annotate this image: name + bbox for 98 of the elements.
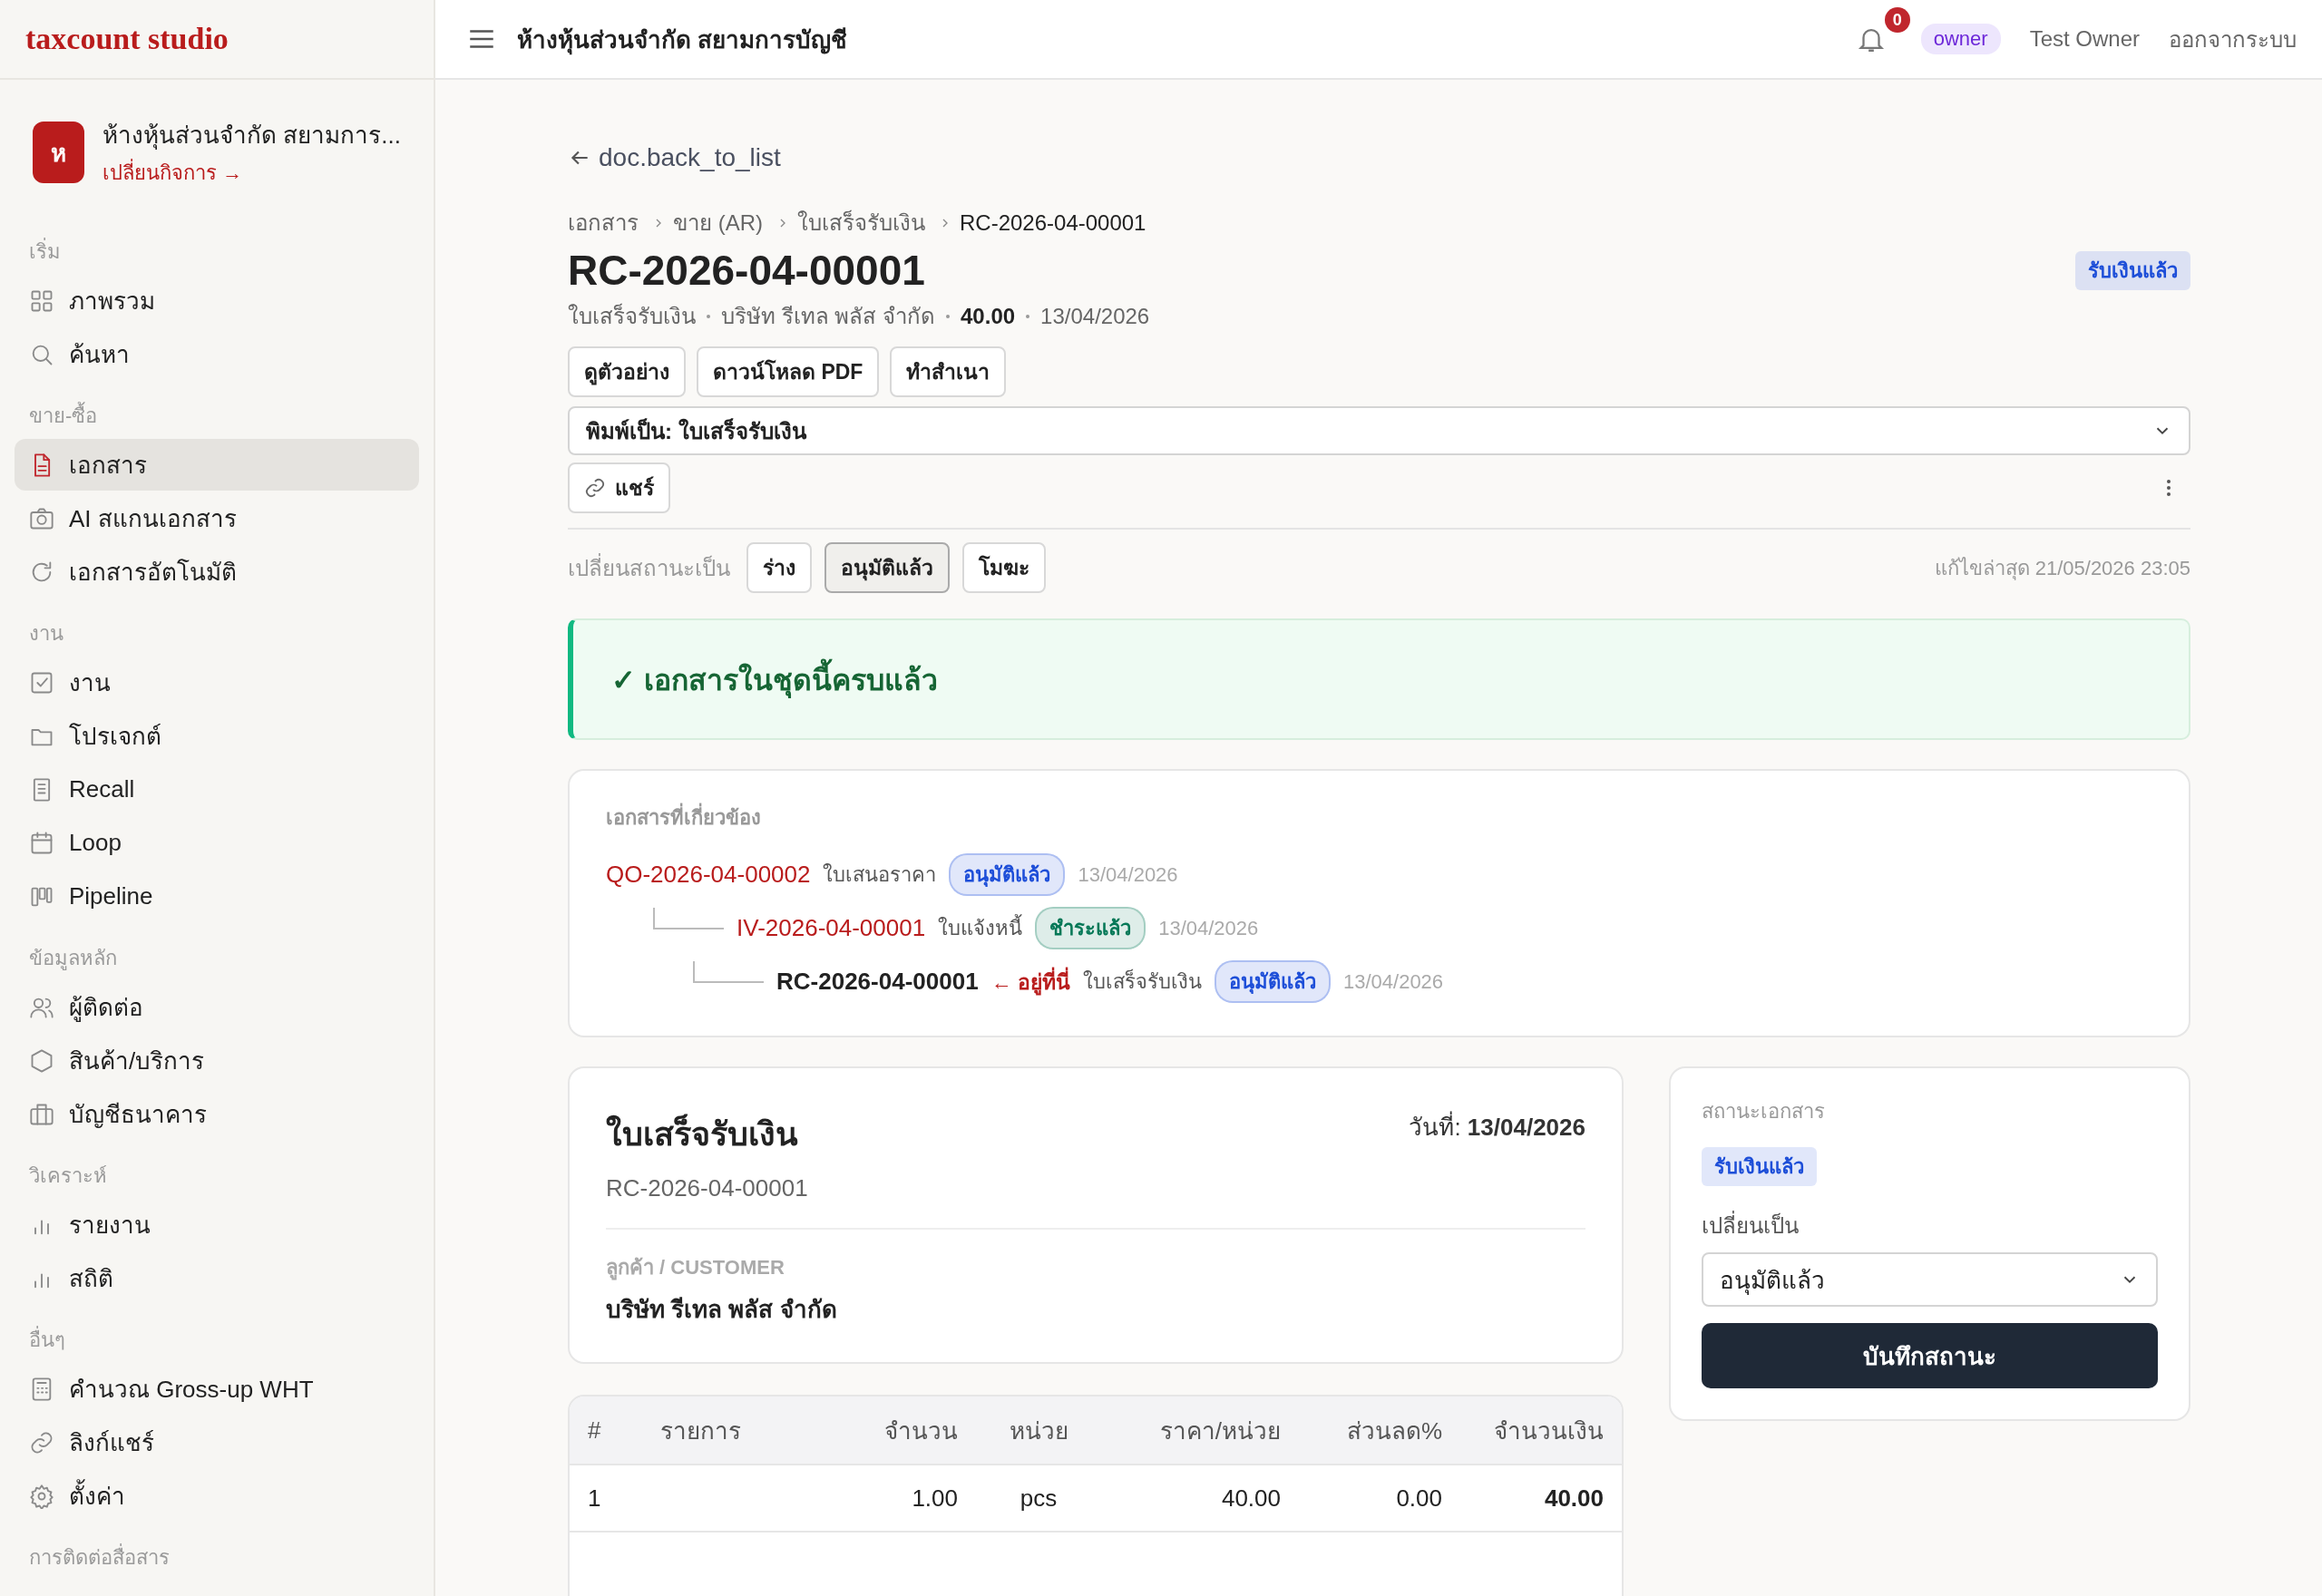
status-select[interactable]: อนุมัติแล้ว [1702,1252,2158,1307]
sidebar-item[interactable]: โปรเจกต์ [15,710,419,762]
receipt-number: RC-2026-04-00001 [606,1174,809,1202]
customer-label: ลูกค้า / CUSTOMER [606,1255,785,1282]
field-label: เปลี่ยนเป็น [1702,1208,1799,1243]
status-change-label: เปลี่ยนสถานะเป็น [568,552,730,582]
section-heading: งาน [28,621,64,647]
sidebar-item[interactable]: คำนวณ Gross-up WHT [15,1363,419,1415]
card-heading: เอกสารที่เกี่ยวข้อง [606,802,2152,833]
breadcrumb-item[interactable]: ขาย (AR) [673,205,763,240]
notification-count: 0 [1884,7,1910,33]
customer-name: บริษัท รีเทล พลัส จำกัด [721,303,935,330]
sidebar-item[interactable]: งาน [15,657,419,708]
status-option-button[interactable]: ร่าง [746,542,812,593]
document-date: 13/04/2026 [1343,969,1444,994]
document-type: ใบแจ้งหนี้ [938,912,1023,944]
column-header: จำนวนเงิน [1493,1416,1604,1446]
table-cell-text: pcs [1019,1484,1059,1513]
sidebar-item[interactable]: บัญชีธนาคาร [15,1088,419,1140]
document-number-link[interactable]: IV-2026-04-00001 [737,914,926,942]
sidebar-item[interactable]: เอกสารอัตโนมัติ [15,546,419,598]
section-heading: ขาย-ซื้อ [0,393,434,437]
table-cell-text: 40.00 [1543,1484,1604,1513]
logout-link[interactable]: ออกจากระบบ [2169,21,2297,57]
sidebar-item[interactable]: รายงาน [15,1199,419,1251]
status-badge: ชำระแล้ว [1035,907,1146,949]
company-name: ห้างหุ้นส่วนจำกัด สยามการ... [102,121,401,151]
hex-icon [29,1047,54,1074]
breadcrumb-item[interactable]: เอกสาร [568,205,639,240]
sidebar-item[interactable]: ลิงก์แชร์ [15,1416,419,1468]
column-header: ราคา/หน่วย [1158,1416,1281,1446]
table-cell-text: 1 [588,1484,602,1513]
section-heading: การติดต่อสื่อสาร [0,1534,434,1579]
gear-icon [29,1483,54,1509]
card-heading: สถานะเอกสาร [1702,1099,1825,1124]
sidebar-item[interactable]: Recall [15,764,419,815]
brand-logo[interactable]: taxcount studio [25,22,229,56]
link-icon [584,477,606,499]
share-button[interactable]: แชร์ [568,462,670,513]
status-badge: อนุมัติแล้ว [949,853,1066,896]
column-header: จำนวน [883,1416,958,1446]
document-number-link[interactable]: QO-2026-04-00002 [606,861,811,889]
switch-company-link[interactable]: เปลี่ยนกิจการ → [102,157,401,189]
company-title: ห้างหุ้นส่วนจำกัด สยามการบัญชี [517,24,848,57]
receipt-title: ใบเสร็จรับเงิน [606,1113,798,1154]
status-option-button[interactable]: อนุมัติแล้ว [824,542,950,593]
sidebar-item[interactable]: ภาพรวม [15,275,419,326]
role-tag: owner [1920,24,2001,54]
table-cell-text: 0.00 [1395,1484,1442,1513]
sidebar-item[interactable]: AI สแกนเอกสาร [15,492,419,544]
sidebar-item[interactable]: สินค้า/บริการ [15,1035,419,1086]
column-header: ส่วนลด% [1345,1416,1442,1446]
current-marker: ← อยู่ที่นี่ [990,965,1070,998]
document-type: ใบเสร็จรับเงิน [1083,968,1202,995]
section-heading: อื่นๆ [0,1317,434,1361]
status-badge: รับเงินแล้ว [1702,1147,1817,1186]
sidebar-item[interactable]: Loop [15,817,419,869]
section-heading: เริ่ม [0,229,434,273]
document-number-link[interactable]: RC-2026-04-00001 [776,968,979,996]
document-type: ใบเสนอราคา [823,862,937,888]
section-heading: วิเคราะห์ [28,1163,108,1189]
company-avatar: ห [33,122,85,183]
sidebar-item[interactable]: สถิติ [15,1252,419,1304]
calendar-icon [29,830,54,856]
banner-text: ✓ เอกสารในชุดนี้ครบแล้ว [611,656,938,703]
more-options-icon[interactable] [2165,477,2172,499]
receipt-date: วันที่: 13/04/2026 [1409,1108,1585,1160]
document-date: 13/04/2026 [1158,916,1259,940]
status-badge: รับเงินแล้ว [2075,250,2190,290]
last-edited: แก้ไขล่าสุด 21/05/2026 23:05 [1934,555,2190,582]
back-link[interactable]: doc.back_to_list [568,143,781,172]
sidebar-item[interactable]: ตั้งค่า [15,1470,419,1522]
sidebar-item[interactable]: ค้นหา [15,328,419,380]
table-cell-text: 1.00 [911,1484,958,1513]
save-status-button[interactable]: บันทึกสถานะ [1702,1323,2158,1388]
status-badge: อนุมัติแล้ว [1215,960,1331,1003]
user-name[interactable]: Test Owner [2029,26,2140,52]
table-cell-text: 40.00 [1220,1484,1281,1513]
amount: 40.00 [961,303,1016,329]
column-header: # [588,1416,602,1445]
column-header: หน่วย [1008,1416,1069,1446]
sidebar-item[interactable]: เอกสาร [15,439,419,491]
print-format-select[interactable]: พิมพ์เป็น: ใบเสร็จรับเงิน [568,406,2190,455]
document-title: RC-2026-04-00001 [568,246,925,295]
sidebar-item[interactable]: Pipeline [15,871,419,922]
breadcrumb-item[interactable]: RC-2026-04-00001 [960,209,1146,236]
column-header: รายการ [659,1416,742,1446]
action-button[interactable]: ทำสำเนา [890,346,1007,397]
action-button[interactable]: ดาวน์โหลด PDF [697,346,880,397]
document-type: ใบเสร็จรับเงิน [568,302,696,330]
status-option-button[interactable]: โมฆะ [962,542,1046,593]
customer-name: บริษัท รีเทล พลัส จำกัด [606,1295,838,1325]
document-date: 13/04/2026 [1078,862,1178,887]
section-heading: ข้อมูลหลัก [28,946,118,972]
breadcrumb-item[interactable]: ใบเสร็จรับเงิน [797,205,925,240]
action-button[interactable]: ดูตัวอย่าง [568,346,686,397]
document-date: 13/04/2026 [1040,303,1150,329]
sidebar-item[interactable]: ผู้ติดต่อ [15,981,419,1033]
